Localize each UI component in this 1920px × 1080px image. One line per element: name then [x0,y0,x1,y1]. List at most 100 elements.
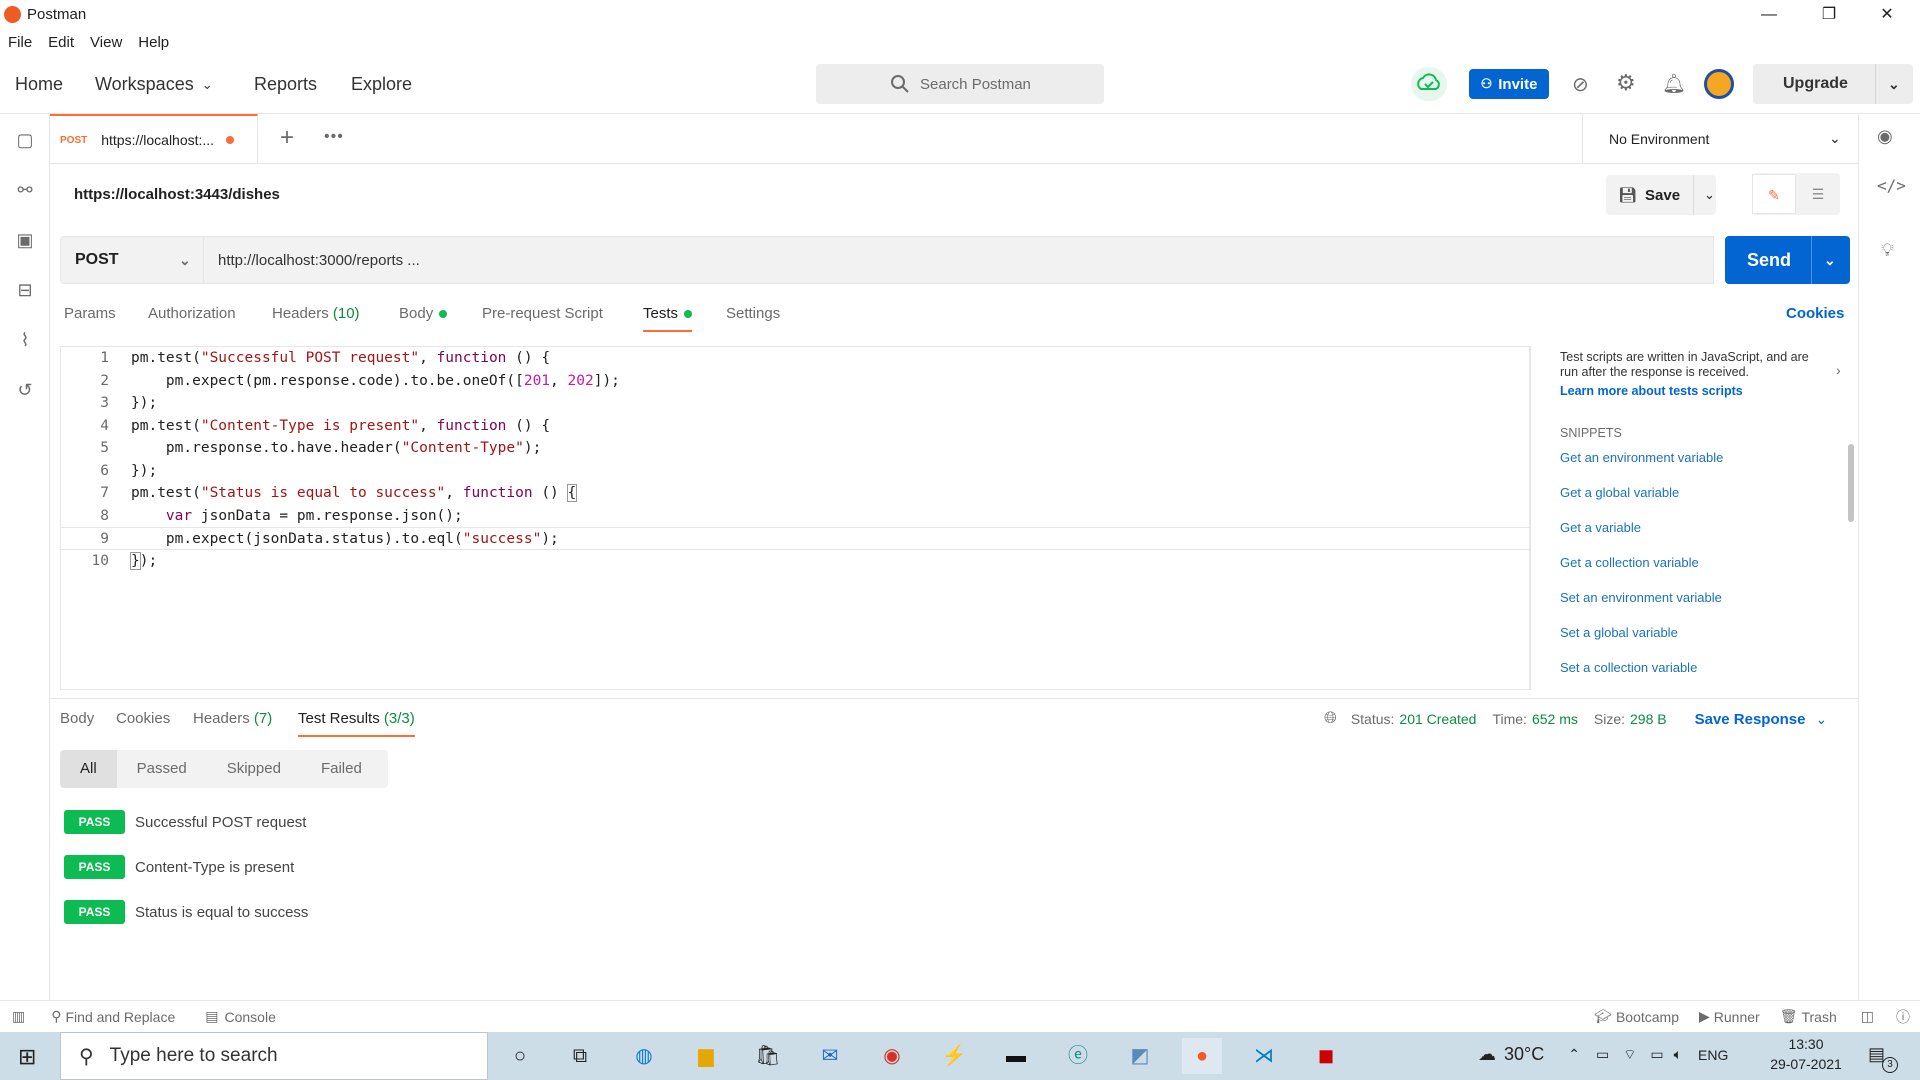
apis-icon[interactable]: ⚯ [13,178,37,202]
more-tabs-icon[interactable]: ••• [324,128,344,146]
cookies-link[interactable]: Cookies [1786,305,1844,322]
nav-reports[interactable]: Reports [254,74,317,95]
eye-icon[interactable]: ◉ [1877,126,1893,147]
request-name[interactable]: https://localhost:3443/dishes [74,186,280,203]
save-button[interactable]: 💾︎ Save ⌄ [1606,175,1716,215]
tab-headers[interactable]: Headers (10) [272,305,360,322]
snippet-link[interactable]: Set a global variable [1560,625,1678,640]
trash-button[interactable]: Trash [1801,1009,1836,1025]
edit-icon[interactable]: ✎ [1752,174,1796,214]
runner-button[interactable]: Runner [1714,1009,1760,1025]
snippet-link[interactable]: Get a global variable [1560,485,1679,500]
sync-status-icon[interactable] [1411,67,1447,101]
response-tab-cookies[interactable]: Cookies [116,710,170,727]
mock-servers-icon[interactable]: ⊟ [13,278,37,302]
chevron-right-icon[interactable]: › [1836,362,1841,378]
snippet-link[interactable]: Set a collection variable [1560,660,1697,675]
tab-settings[interactable]: Settings [726,305,780,322]
response-tab-body[interactable]: Body [60,710,94,727]
edge-icon[interactable]: ◍ [624,1038,664,1074]
environment-select[interactable]: No Environment ⌄ [1582,114,1858,164]
invite-button[interactable]: ⚇ Invite [1469,69,1549,99]
response-tab-test-results[interactable]: Test Results (3/3) [298,710,415,737]
satellite-icon[interactable]: ⊘ [1572,72,1589,97]
app-icon[interactable]: ⚡ [934,1038,974,1074]
snippet-link[interactable]: Get a collection variable [1560,555,1699,570]
environments-icon[interactable]: ▣ [13,228,37,252]
send-button[interactable]: Send ⌄ [1725,236,1850,284]
scrollbar[interactable] [1848,444,1854,522]
url-input[interactable]: http://localhost:3000/reports ... [204,236,1714,284]
clock[interactable]: 13:30 29-07-2021 [1766,1034,1846,1074]
request-tab[interactable]: POST https://localhost:... [50,114,258,164]
acrobat-icon[interactable]: ◼ [1306,1038,1346,1074]
chrome-icon[interactable]: ◉ [872,1038,912,1074]
find-replace-button[interactable]: Find and Replace [66,1009,176,1025]
edge-legacy-icon[interactable]: ⓔ [1058,1038,1098,1074]
meet-icon[interactable]: ▭ [1596,1046,1609,1063]
tab-body[interactable]: Body [399,305,448,322]
method-select[interactable]: POST ⌄ [60,236,204,284]
nav-home[interactable]: Home [15,74,63,95]
two-pane-icon[interactable]: ◫ [1861,1008,1874,1025]
terminal-icon[interactable]: ▬ [996,1038,1036,1074]
volume-icon[interactable]: 🔈︎ [1674,1046,1682,1063]
store-icon[interactable]: 🛍︎ [748,1038,788,1074]
nav-workspaces[interactable]: Workspaces ⌄ [95,74,213,95]
maximize-button[interactable]: ❐ [1806,2,1852,28]
snippet-link[interactable]: Get an environment variable [1560,450,1723,465]
upgrade-button[interactable]: Upgrade ⌄ [1753,64,1913,104]
battery-icon[interactable]: ▭ [1650,1046,1663,1063]
snippet-link[interactable]: Get a variable [1560,520,1641,535]
time-value[interactable]: 652 ms [1532,711,1578,727]
lightbulb-icon[interactable]: 💡︎ [1881,240,1894,261]
tests-editor[interactable]: 1 pm.test("Successful POST request", func… [60,346,1531,690]
filter-failed[interactable]: Failed [301,750,382,788]
view-toggle[interactable]: ✎ ☰ [1752,173,1840,215]
save-response-button[interactable]: Save Response [1695,711,1806,728]
size-value[interactable]: 298 B [1630,711,1667,727]
minimize-button[interactable]: — [1746,2,1792,28]
app-icon[interactable]: ◩ [1120,1038,1160,1074]
chevron-down-icon[interactable]: ⌄ [1811,236,1836,284]
tab-tests[interactable]: Tests [643,305,693,332]
status-value[interactable]: 201 Created [1399,711,1476,727]
bell-icon[interactable]: 🔔︎ [1662,72,1686,96]
monitors-icon[interactable]: ⌇ [13,328,37,352]
language-indicator[interactable]: ENG [1698,1047,1728,1063]
network-icon[interactable]: ⌔ [1623,1046,1636,1064]
filter-passed[interactable]: Passed [117,750,207,788]
avatar[interactable] [1704,69,1734,99]
globe-icon[interactable]: 🌐︎ [1324,710,1337,728]
menu-view[interactable]: View [90,34,122,51]
filter-skipped[interactable]: Skipped [207,750,301,788]
console-button[interactable]: Console [224,1009,275,1025]
gear-icon[interactable]: ⚙ [1616,70,1636,96]
tab-params[interactable]: Params [64,305,116,322]
mail-icon[interactable]: ✉ [810,1038,850,1074]
learn-more-link[interactable]: Learn more about tests scripts [1560,384,1743,398]
menu-file[interactable]: File [8,34,32,51]
file-explorer-icon[interactable]: ▆ [686,1038,726,1074]
menu-help[interactable]: Help [138,34,169,51]
bootcamp-button[interactable]: Bootcamp [1616,1009,1679,1025]
windows-start-icon[interactable]: ⊞ [18,1044,36,1070]
weather-icon[interactable]: ☁ [1478,1044,1496,1065]
chevron-up-icon[interactable]: ⌃ [1568,1046,1580,1063]
temperature[interactable]: 30°C [1504,1044,1544,1065]
chevron-down-icon[interactable]: ⌄ [1815,711,1827,728]
chevron-down-icon[interactable]: ⌄ [1875,64,1900,104]
filter-all[interactable]: All [60,750,117,788]
postman-taskbar-icon[interactable]: ● [1182,1038,1222,1074]
search-input[interactable]: Search Postman [816,64,1104,104]
vscode-icon[interactable]: ⋊ [1244,1038,1284,1074]
menu-edit[interactable]: Edit [48,34,74,51]
tab-prerequest-script[interactable]: Pre-request Script [482,305,603,322]
nav-explore[interactable]: Explore [351,74,412,95]
cortana-icon[interactable]: ○ [500,1038,540,1074]
code-icon[interactable]: </> [1877,176,1906,195]
chevron-down-icon[interactable]: ⌄ [1693,175,1715,215]
help-icon[interactable]: ⓘ [1896,1007,1910,1027]
response-tab-headers[interactable]: Headers (7) [193,710,272,727]
history-icon[interactable]: ↺ [13,378,37,402]
